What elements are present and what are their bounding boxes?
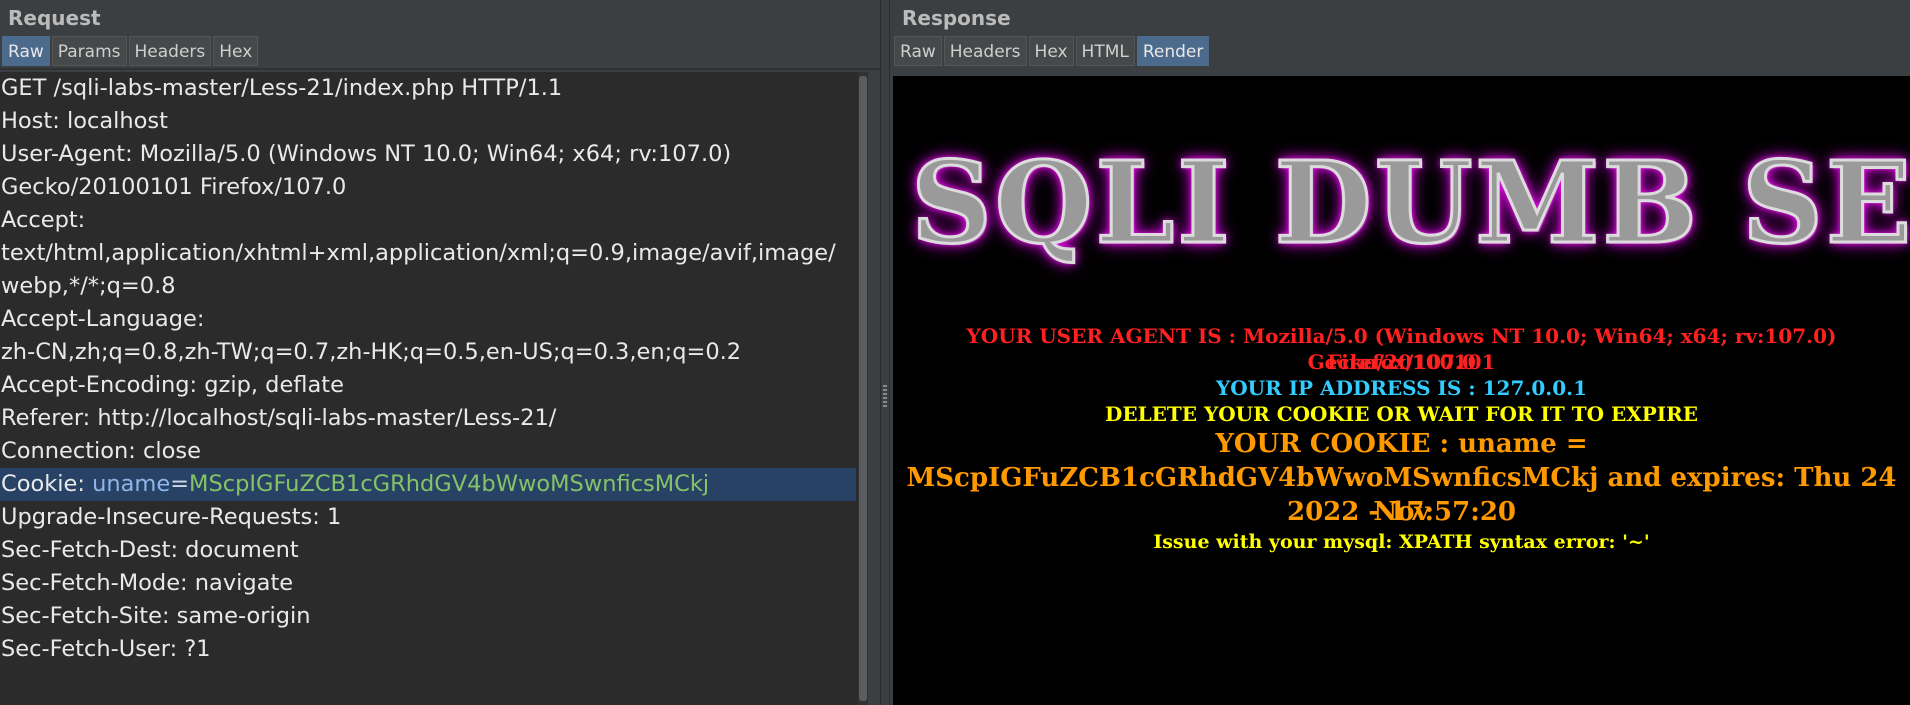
rendered-page: SQLI DUMB SER YOUR USER AGENT IS : Mozil… [893, 76, 1910, 705]
request-line[interactable]: Sec-Fetch-Mode: navigate [0, 567, 856, 600]
request-line[interactable]: Sec-Fetch-Site: same-origin [0, 600, 856, 633]
request-tab-raw[interactable]: Raw [2, 36, 50, 66]
request-line[interactable]: GET /sqli-labs-master/Less-21/index.php … [0, 72, 856, 105]
response-tab-headers[interactable]: Headers [943, 36, 1027, 66]
cookie-label: Cookie: [1, 471, 93, 497]
request-line[interactable]: Referer: http://localhost/sqli-labs-mast… [0, 402, 856, 435]
request-line[interactable]: zh-CN,zh;q=0.8,zh-TW;q=0.7,zh-HK;q=0.5,e… [0, 336, 856, 369]
request-editor[interactable]: GET /sqli-labs-master/Less-21/index.php … [0, 72, 866, 705]
mysql-error: Issue with your mysql: XPATH syntax erro… [1153, 531, 1650, 553]
request-line[interactable]: User-Agent: Mozilla/5.0 (Windows NT 10.0… [0, 138, 856, 171]
request-line[interactable]: Sec-Fetch-Dest: document [0, 534, 856, 567]
request-line[interactable]: Sec-Fetch-User: ?1 [0, 633, 856, 666]
cookie-line[interactable]: Cookie: uname=MScpIGFuZCB1cGRhdGV4bWwoMS… [0, 468, 856, 501]
ip-label: YOUR IP ADDRESS IS : [1215, 376, 1483, 400]
delete-cookie-notice: DELETE YOUR COOKIE OR WAIT FOR IT TO EXP… [1104, 402, 1699, 426]
request-line[interactable]: Gecko/20100101 Firefox/107.0 [0, 171, 856, 204]
response-tab-raw[interactable]: Raw [894, 36, 942, 66]
request-line[interactable]: Upgrade-Insecure-Requests: 1 [0, 501, 856, 534]
tabs-separator [0, 68, 880, 70]
split-divider[interactable] [880, 0, 890, 705]
request-line[interactable]: Accept-Encoding: gzip, deflate [0, 369, 856, 402]
request-tab-hex[interactable]: Hex [213, 36, 259, 66]
cookie-line-1: YOUR COOKIE : uname = [1215, 429, 1588, 459]
divider-grip-icon[interactable] [883, 385, 887, 407]
response-tab-html[interactable]: HTML [1075, 36, 1135, 66]
ip-address-line: YOUR IP ADDRESS IS : 127.0.0.1 [893, 375, 1910, 401]
cookie-value: MScpIGFuZCB1cGRhdGV4bWwoMSwnficsMCkj [189, 471, 710, 497]
cookie-equals: = [170, 471, 190, 497]
request-line[interactable]: Accept-Language: [0, 303, 856, 336]
response-tab-hex[interactable]: Hex [1028, 36, 1074, 66]
user-agent-line-2: Firefox/107.0 [1327, 350, 1476, 374]
ip-value: 127.0.0.1 [1482, 376, 1588, 400]
cookie-key: uname [92, 471, 171, 497]
request-line[interactable]: webp,*/*;q=0.8 [0, 270, 856, 303]
response-tabs: Raw Headers Hex HTML Render [890, 36, 1910, 68]
request-tab-params[interactable]: Params [51, 36, 127, 66]
request-line[interactable]: Connection: close [0, 435, 856, 468]
sqli-logo: SQLI DUMB SER [909, 137, 1910, 271]
request-line[interactable]: Accept: [0, 204, 856, 237]
request-tabs: Raw Params Headers Hex [0, 36, 880, 68]
request-scrollbar-thumb[interactable] [859, 76, 867, 701]
response-tab-render[interactable]: Render [1136, 36, 1210, 66]
cookie-line-3: 2022 - 17:57:20 [1287, 497, 1516, 527]
request-tab-headers[interactable]: Headers [128, 36, 212, 66]
request-title: Request [8, 6, 101, 30]
response-title: Response [902, 6, 1011, 30]
request-line[interactable]: Host: localhost [0, 105, 856, 138]
request-line[interactable]: text/html,application/xhtml+xml,applicat… [0, 237, 856, 270]
